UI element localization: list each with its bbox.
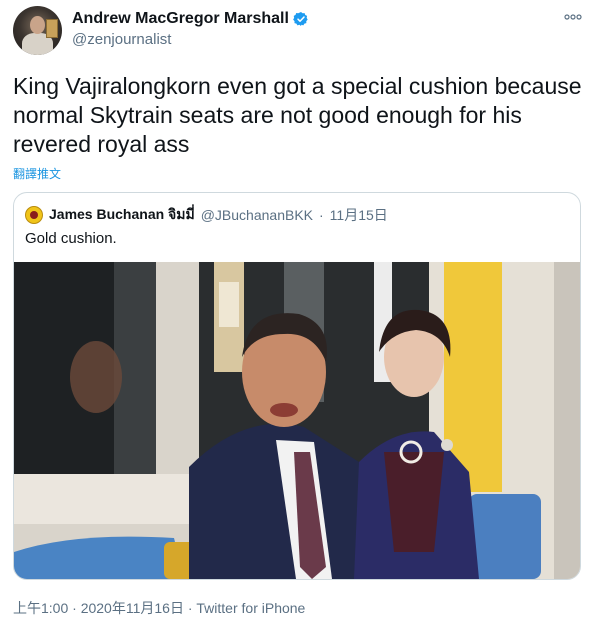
tweet-metadata: 上午1:00 · 2020年11月16日 · Twitter for iPhon… xyxy=(13,598,305,618)
author-name-row[interactable]: Andrew MacGregor Marshall xyxy=(72,10,309,28)
more-horizontal-icon[interactable] xyxy=(564,8,582,24)
separator-dot: · xyxy=(187,600,193,616)
tweet-source[interactable]: Twitter for iPhone xyxy=(196,600,305,616)
quoted-tweet-photo[interactable] xyxy=(14,262,580,579)
tweet-date[interactable]: 2020年11月16日 xyxy=(81,600,184,616)
separator-dot: · xyxy=(72,600,77,616)
translate-tweet-link[interactable]: 翻譯推文 xyxy=(13,165,61,182)
quoted-tweet-header: James Buchanan จิมมี่ @JBuchananBKK · 11… xyxy=(25,204,388,226)
quoted-author-handle[interactable]: @JBuchananBKK xyxy=(201,207,313,223)
quoted-author-avatar[interactable] xyxy=(25,206,43,224)
author-avatar[interactable] xyxy=(13,6,62,55)
separator-dot: · xyxy=(319,207,324,223)
author-display-name[interactable]: Andrew MacGregor Marshall xyxy=(72,10,289,28)
author-handle[interactable]: @zenjournalist xyxy=(72,31,171,48)
quoted-tweet-text: Gold cushion. xyxy=(25,230,117,247)
quoted-author-name[interactable]: James Buchanan จิมมี่ xyxy=(49,204,195,226)
verified-badge-icon xyxy=(293,12,308,26)
quoted-tweet-date[interactable]: 11月15日 xyxy=(330,205,388,225)
tweet-time[interactable]: 上午1:00 xyxy=(13,600,68,616)
tweet-text: King Vajiralongkorn even got a special c… xyxy=(13,73,582,157)
quoted-tweet[interactable]: James Buchanan จิมมี่ @JBuchananBKK · 11… xyxy=(13,192,581,580)
